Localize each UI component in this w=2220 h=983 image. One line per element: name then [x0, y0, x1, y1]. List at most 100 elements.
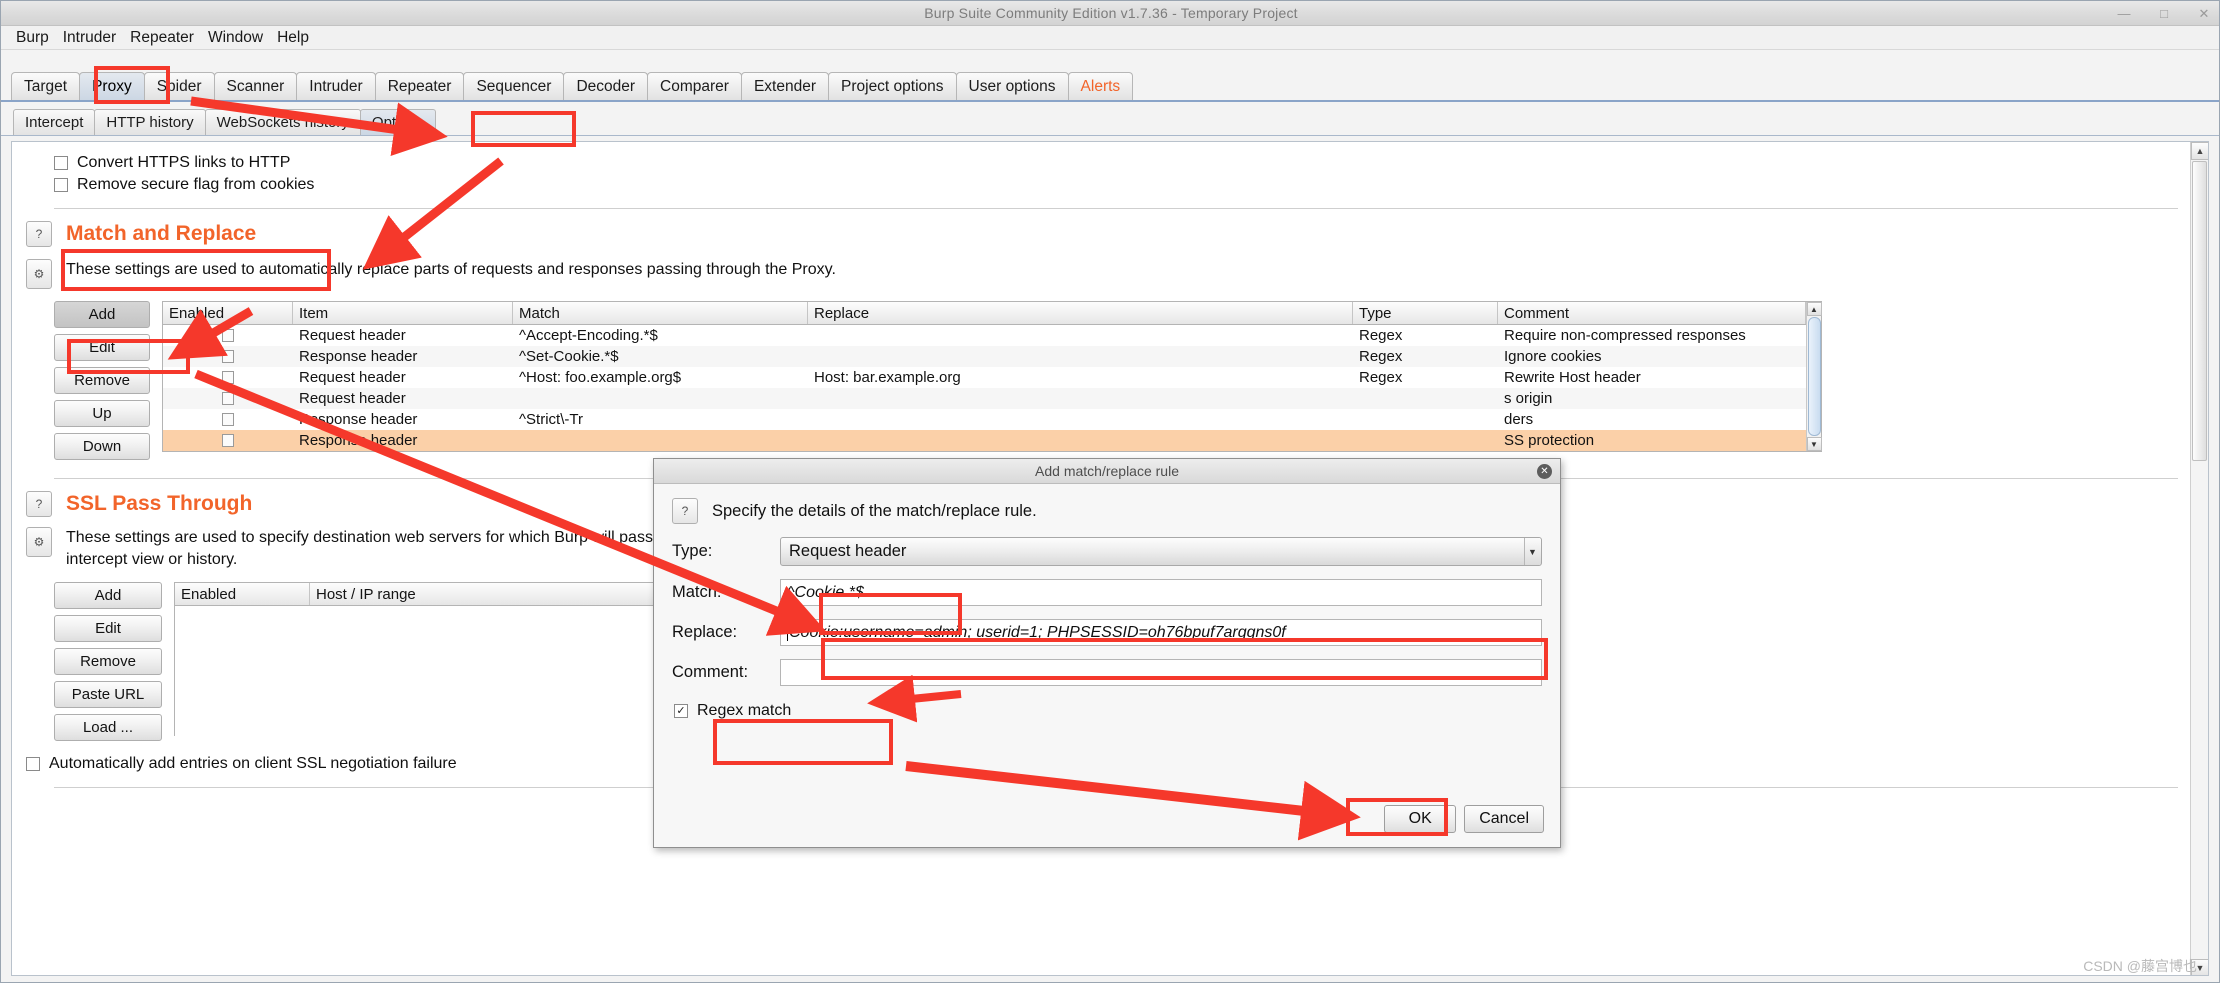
tab-extender[interactable]: Extender — [740, 72, 829, 100]
column-header-match[interactable]: Match — [513, 302, 808, 324]
dialog-close-icon[interactable]: ✕ — [1537, 464, 1552, 479]
subtab-http-history[interactable]: HTTP history — [94, 109, 206, 135]
dialog-help-icon[interactable]: ? — [672, 498, 698, 524]
tab-spider[interactable]: Spider — [143, 72, 215, 100]
close-icon[interactable]: ✕ — [2195, 5, 2213, 23]
menu-item-repeater[interactable]: Repeater — [123, 27, 201, 49]
subtab-intercept[interactable]: Intercept — [13, 109, 96, 135]
match-replace-edit-button[interactable]: Edit — [54, 334, 150, 361]
row-item: Request header — [299, 390, 406, 407]
remove-secure-flag-row[interactable]: Remove secure flag from cookies — [54, 176, 2178, 194]
column-header-enabled[interactable]: Enabled — [163, 302, 293, 324]
tab-sequencer[interactable]: Sequencer — [463, 72, 565, 100]
tab-project-options[interactable]: Project options — [828, 72, 957, 100]
auto-add-entries-checkbox[interactable] — [26, 757, 40, 772]
dialog-comment-input[interactable] — [780, 659, 1542, 686]
dialog-match-input[interactable]: ^Cookie.*$ — [780, 579, 1542, 606]
table-row[interactable]: Response header ^Set-Cookie.*$ Regex Ign… — [163, 346, 1806, 367]
convert-https-links-row[interactable]: Convert HTTPS links to HTTP — [54, 154, 2178, 172]
table-row[interactable]: Request header ^Host: foo.example.org$ H… — [163, 367, 1806, 388]
menu-item-window[interactable]: Window — [201, 27, 270, 49]
page-scrollbar[interactable]: ▲ ▼ — [2190, 142, 2208, 975]
table-row[interactable]: Request header s origin — [163, 388, 1806, 409]
match-replace-add-button[interactable]: Add — [54, 301, 150, 328]
tab-scanner[interactable]: Scanner — [213, 72, 298, 100]
table-row[interactable]: Request header ^Accept-Encoding.*$ Regex… — [163, 325, 1806, 346]
convert-https-links-label: Convert HTTPS links to HTTP — [77, 154, 291, 171]
row-enabled-checkbox[interactable] — [222, 350, 234, 363]
table-scroll-down-arrow-icon[interactable]: ▼ — [1806, 437, 1822, 451]
row-enabled-checkbox[interactable] — [222, 413, 234, 426]
dialog-ok-button[interactable]: OK — [1384, 805, 1457, 833]
ssl-add-button[interactable]: Add — [54, 582, 162, 610]
maximize-icon[interactable]: □ — [2155, 5, 2173, 23]
table-row[interactable]: Response header ^Strict\-Tr ders — [163, 409, 1806, 430]
row-item: Request header — [299, 327, 406, 344]
dialog-type-select[interactable]: Request header ▼ — [780, 537, 1542, 566]
row-item: Response header — [299, 411, 418, 428]
ssl-pass-through-help-icon[interactable]: ? — [26, 491, 52, 517]
ssl-remove-button[interactable]: Remove — [54, 648, 162, 676]
tab-proxy[interactable]: Proxy — [79, 72, 145, 100]
column-header-replace[interactable]: Replace — [808, 302, 1353, 324]
dialog-match-value: ^Cookie.*$ — [787, 583, 864, 601]
menu-item-burp[interactable]: Burp — [9, 27, 56, 49]
column-header-item[interactable]: Item — [293, 302, 513, 324]
subtab-options[interactable]: Options — [359, 109, 436, 135]
menu-item-intruder[interactable]: Intruder — [56, 27, 123, 49]
row-enabled-checkbox[interactable] — [222, 329, 234, 342]
minimize-icon[interactable]: — — [2115, 5, 2133, 23]
add-match-replace-rule-dialog: Add match/replace rule ✕ ? Specify the d… — [653, 458, 1561, 848]
ssl-pass-through-button-column: Add Edit Remove Paste URL Load ... — [54, 582, 162, 742]
chevron-down-icon[interactable]: ▼ — [1524, 538, 1540, 565]
match-replace-table-scrollbar[interactable]: ▲ ▼ — [1806, 302, 1822, 451]
remove-secure-flag-checkbox[interactable] — [54, 178, 68, 192]
tab-repeater[interactable]: Repeater — [374, 72, 465, 100]
row-comment: ders — [1504, 411, 1534, 428]
scroll-up-arrow-icon[interactable]: ▲ — [2191, 142, 2208, 160]
match-replace-gear-icon[interactable]: ⚙ — [26, 259, 52, 289]
ssl-edit-button[interactable]: Edit — [54, 615, 162, 643]
row-enabled-checkbox[interactable] — [222, 371, 234, 384]
row-comment: Require non-compressed responses — [1504, 327, 1746, 344]
ssl-column-header-enabled[interactable]: Enabled — [175, 583, 310, 606]
tab-alerts[interactable]: Alerts — [1067, 72, 1134, 100]
match-replace-up-button[interactable]: Up — [54, 400, 150, 427]
ssl-paste-url-button[interactable]: Paste URL — [54, 681, 162, 709]
row-enabled-checkbox[interactable] — [222, 392, 234, 405]
title-bar: Burp Suite Community Edition v1.7.36 - T… — [1, 1, 2219, 26]
menu-item-help[interactable]: Help — [270, 27, 316, 49]
match-replace-help-icon[interactable]: ? — [26, 221, 52, 247]
tab-intruder[interactable]: Intruder — [296, 72, 376, 100]
match-replace-remove-button[interactable]: Remove — [54, 367, 150, 394]
scroll-thumb[interactable] — [2192, 161, 2207, 461]
dialog-replace-input[interactable]: Cookie:username=admin; userid=1; PHPSESS… — [780, 619, 1542, 646]
convert-https-links-checkbox[interactable] — [54, 156, 68, 170]
column-header-type[interactable]: Type — [1353, 302, 1498, 324]
subtab-websockets-history[interactable]: WebSockets history — [204, 109, 361, 135]
row-enabled-checkbox[interactable] — [222, 434, 234, 447]
tab-comparer[interactable]: Comparer — [647, 72, 742, 100]
table-scroll-up-arrow-icon[interactable]: ▲ — [1806, 302, 1822, 316]
tab-user-options[interactable]: User options — [955, 72, 1069, 100]
window-title: Burp Suite Community Edition v1.7.36 - T… — [924, 5, 1298, 21]
dialog-type-label: Type: — [672, 542, 713, 560]
regex-match-checkbox[interactable] — [674, 704, 688, 718]
dialog-comment-label: Comment: — [672, 663, 749, 681]
ssl-pass-through-gear-icon[interactable]: ⚙ — [26, 527, 52, 557]
row-comment: SS protection — [1504, 432, 1595, 449]
column-header-comment[interactable]: Comment — [1498, 302, 1806, 324]
dialog-cancel-button[interactable]: Cancel — [1464, 805, 1544, 833]
row-item: Request header — [299, 369, 406, 386]
match-replace-down-button[interactable]: Down — [54, 433, 150, 460]
dialog-regex-match-row[interactable]: Regex match — [674, 702, 1542, 720]
ssl-load-button[interactable]: Load ... — [54, 714, 162, 742]
tab-target[interactable]: Target — [11, 72, 81, 100]
table-row[interactable]: Response header SS protection — [163, 430, 1806, 451]
tab-decoder[interactable]: Decoder — [563, 72, 649, 100]
row-comment: Ignore cookies — [1504, 348, 1602, 365]
table-scroll-thumb[interactable] — [1807, 317, 1821, 436]
dialog-type-value: Request header — [789, 542, 907, 560]
dialog-hint-text: Specify the details of the match/replace… — [712, 501, 1037, 520]
row-type: Regex — [1359, 369, 1403, 386]
